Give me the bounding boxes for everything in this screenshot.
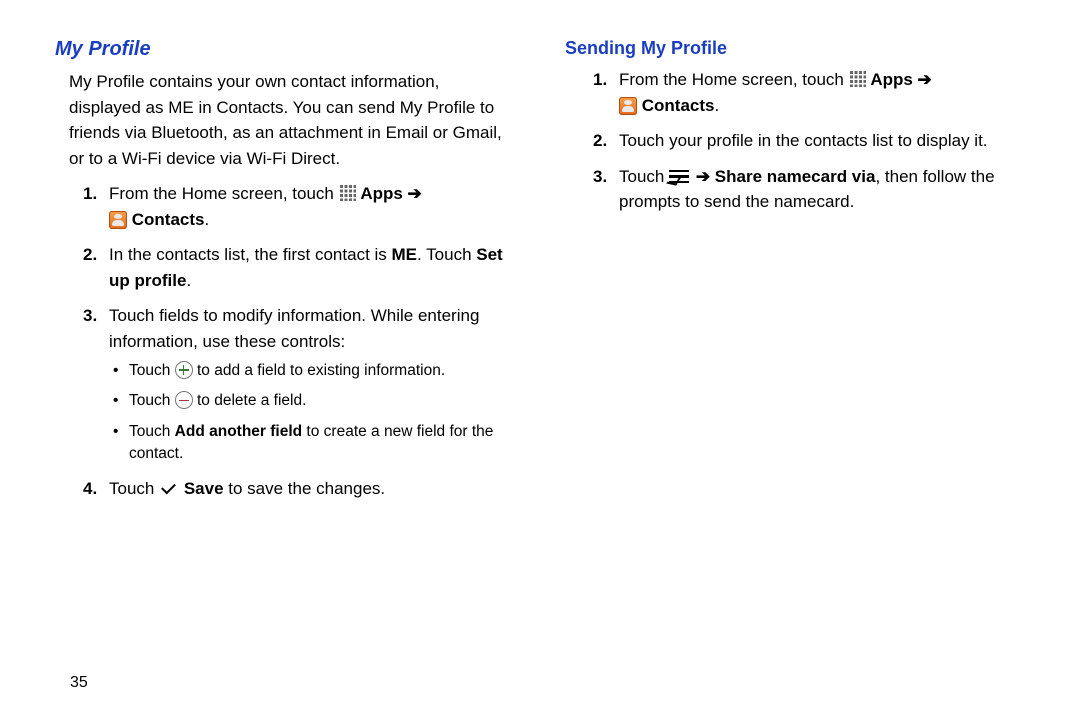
text: to add a field to existing information. (193, 362, 445, 379)
step-3-sublist: Touch to add a field to existing informa… (109, 360, 515, 466)
minus-icon (175, 391, 193, 409)
page-number: 35 (70, 674, 88, 692)
share-namecard-label: Share namecard via (715, 167, 876, 186)
text: Touch your profile in the contacts list … (619, 131, 988, 150)
sub-delete: Touch to delete a field. (113, 390, 515, 412)
contacts-icon (619, 97, 637, 115)
text: . Touch (417, 245, 476, 264)
menu-icon (669, 169, 691, 185)
arrow: ➔ (913, 70, 932, 89)
sub-add: Touch to add a field to existing informa… (113, 360, 515, 382)
right-column: Sending My Profile From the Home screen,… (565, 38, 1025, 511)
text: From the Home screen, touch (619, 70, 849, 89)
me-label: ME (392, 245, 418, 264)
step-3: Touch fields to modify information. Whil… (83, 303, 515, 466)
step-1: From the Home screen, touch Apps ➔ Conta… (593, 67, 1025, 118)
text: to save the changes. (224, 479, 386, 498)
text: to delete a field. (193, 392, 307, 409)
my-profile-description: My Profile contains your own contact inf… (69, 69, 515, 171)
add-another-field-label: Add another field (175, 423, 302, 440)
arrow: ➔ (403, 184, 422, 203)
text: In the contacts list, the first contact … (109, 245, 392, 264)
step-1: From the Home screen, touch Apps ➔ Conta… (83, 181, 515, 232)
apps-icon (849, 70, 866, 87)
dot: . (186, 271, 191, 290)
apps-label: Apps (870, 70, 913, 89)
sending-steps: From the Home screen, touch Apps ➔ Conta… (565, 67, 1025, 215)
step-4: Touch Save to save the changes. (83, 476, 515, 502)
step-3: Touch ➔ Share namecard via, then follow … (593, 164, 1025, 215)
text: Touch (129, 423, 175, 440)
contacts-icon (109, 211, 127, 229)
dot: . (204, 210, 209, 229)
dot: . (714, 96, 719, 115)
heading-my-profile: My Profile (55, 38, 515, 61)
text: From the Home screen, touch (109, 184, 339, 203)
plus-icon (175, 361, 193, 379)
sub-add-field: Touch Add another field to create a new … (113, 421, 515, 466)
text: Touch (619, 167, 669, 186)
text: Touch (109, 479, 159, 498)
text: Touch (129, 362, 175, 379)
apps-icon (339, 184, 356, 201)
heading-sending-my-profile: Sending My Profile (565, 38, 1025, 59)
save-label: Save (184, 479, 224, 498)
left-column: My Profile My Profile contains your own … (55, 38, 515, 511)
contacts-label: Contacts (642, 96, 715, 115)
text: Touch fields to modify information. Whil… (109, 306, 479, 351)
check-icon (159, 482, 179, 496)
text: Touch (129, 392, 175, 409)
arrow: ➔ (691, 167, 715, 186)
step-2: Touch your profile in the contacts list … (593, 128, 1025, 154)
contacts-label: Contacts (132, 210, 205, 229)
page-content: My Profile My Profile contains your own … (0, 0, 1080, 511)
step-2: In the contacts list, the first contact … (83, 242, 515, 293)
apps-label: Apps (360, 184, 403, 203)
my-profile-steps: From the Home screen, touch Apps ➔ Conta… (55, 181, 515, 501)
